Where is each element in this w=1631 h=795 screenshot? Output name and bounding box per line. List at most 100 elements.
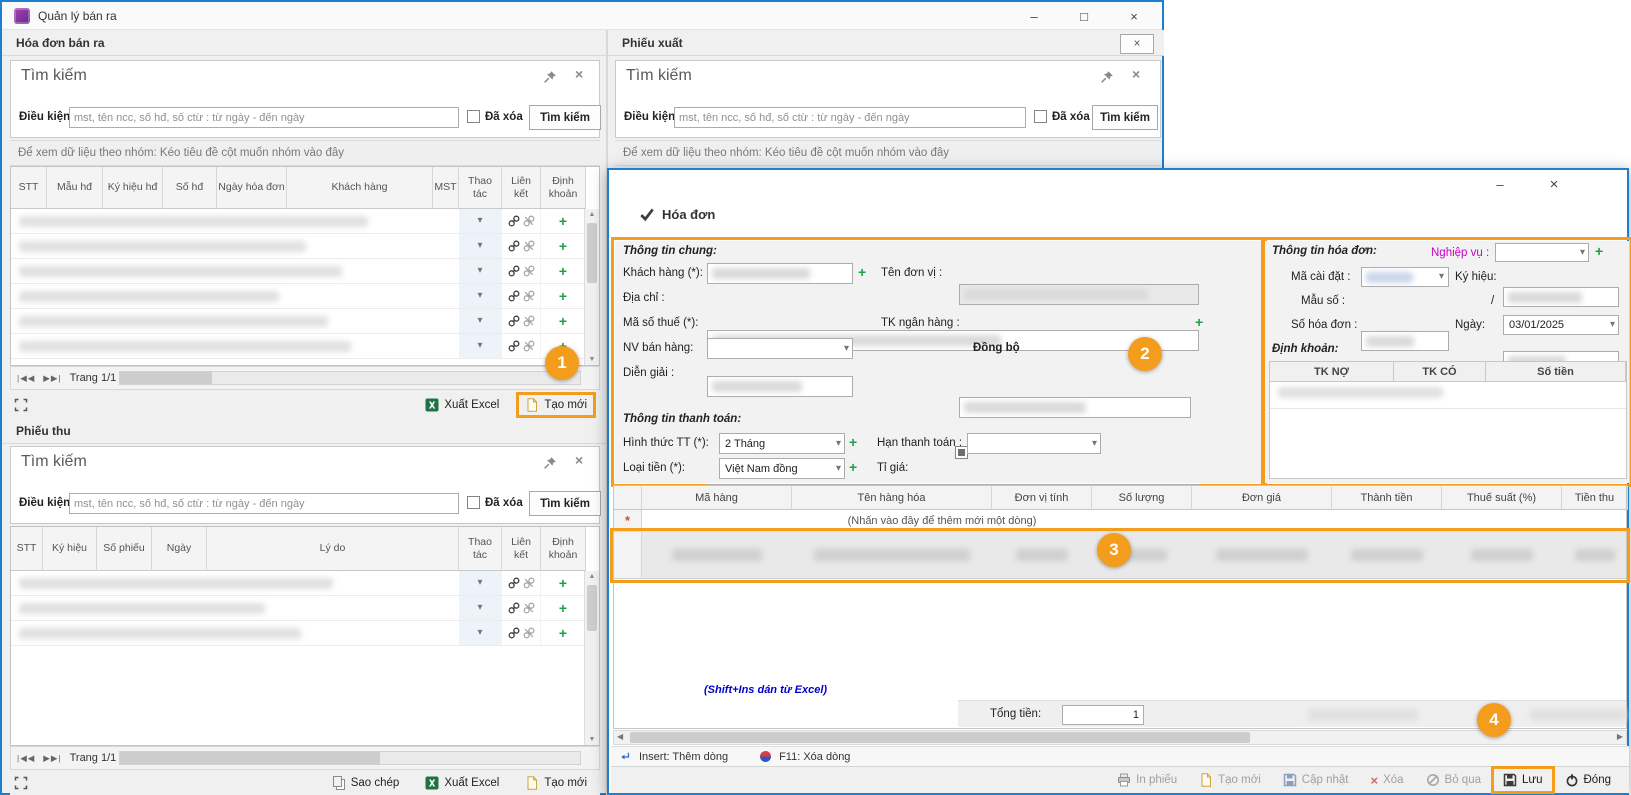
vertical-scrollbar[interactable]: ▲ ▼ xyxy=(584,209,599,365)
column-header[interactable]: Ký hiệu xyxy=(43,527,97,571)
deleted-checkbox[interactable] xyxy=(1034,110,1047,123)
row-dropdown-icon[interactable]: ▾ xyxy=(477,341,482,351)
search-close-icon[interactable]: × xyxy=(575,453,583,467)
column-header[interactable]: Định khoản xyxy=(541,167,586,209)
unlink-icon[interactable] xyxy=(523,290,535,302)
column-header[interactable]: Lý do xyxy=(207,527,459,571)
add-entry-icon[interactable]: + xyxy=(559,264,567,278)
add-entry-icon[interactable]: + xyxy=(559,289,567,303)
add-currency-icon[interactable]: + xyxy=(849,460,857,474)
unlink-icon[interactable] xyxy=(523,265,535,277)
setting-code-combo[interactable]: ▾ xyxy=(1361,267,1449,287)
print-button[interactable]: In phiếu xyxy=(1109,770,1185,790)
row-dropdown-icon[interactable]: ▾ xyxy=(477,578,482,588)
scroll-left-icon[interactable]: ◀ xyxy=(617,732,623,741)
form-no-input[interactable] xyxy=(1361,331,1449,351)
column-header[interactable]: Số hđ xyxy=(163,167,217,209)
fullscreen-icon[interactable] xyxy=(14,398,28,412)
link-icon[interactable] xyxy=(508,315,520,327)
add-business-icon[interactable]: + xyxy=(1595,244,1603,258)
receipt-row[interactable]: ▾ + xyxy=(11,571,586,596)
invoice-row[interactable]: ▾ + xyxy=(11,334,586,359)
business-select[interactable]: ▾ xyxy=(1495,243,1589,262)
column-header[interactable]: STT xyxy=(11,527,43,571)
copy-button[interactable]: Sao chép xyxy=(327,774,405,792)
column-header[interactable]: Tên hàng hóa xyxy=(792,486,992,510)
pager-last-button[interactable]: ▶▶| xyxy=(43,373,61,384)
scrollbar-thumb[interactable] xyxy=(120,752,380,764)
column-header[interactable]: Số phiếu xyxy=(97,527,152,571)
export-panel-close-button[interactable]: × xyxy=(1120,34,1154,54)
export-excel-button[interactable]: Xuất Excel xyxy=(420,774,504,792)
row-dropdown-icon[interactable]: ▾ xyxy=(477,291,482,301)
pager-last-button[interactable]: ▶▶| xyxy=(43,753,61,764)
column-header[interactable]: Đơn giá xyxy=(1192,486,1332,510)
row-dropdown-icon[interactable]: ▾ xyxy=(477,316,482,326)
invoice-row[interactable]: ▾ + xyxy=(11,209,586,234)
scrollbar-thumb[interactable] xyxy=(630,732,1250,743)
add-entry-icon[interactable]: + xyxy=(559,601,567,615)
row-dropdown-icon[interactable]: ▾ xyxy=(477,266,482,276)
save-button[interactable]: Lưu xyxy=(1491,766,1555,794)
row-dropdown-icon[interactable]: ▾ xyxy=(477,603,482,613)
horizontal-scrollbar[interactable] xyxy=(119,751,581,765)
column-header[interactable]: Liên kết xyxy=(502,527,541,571)
deleted-checkbox[interactable] xyxy=(467,110,480,123)
column-header[interactable]: MST xyxy=(433,167,459,209)
link-icon[interactable] xyxy=(508,627,520,639)
condition-input[interactable] xyxy=(674,107,1026,128)
column-header[interactable]: Thành tiền xyxy=(1332,486,1442,510)
unlink-icon[interactable] xyxy=(523,315,535,327)
condition-input[interactable] xyxy=(69,107,459,128)
row-dropdown-icon[interactable]: ▾ xyxy=(477,628,482,638)
link-icon[interactable] xyxy=(508,290,520,302)
column-header[interactable]: Khách hàng xyxy=(287,167,433,209)
salesperson-select[interactable]: ▾ xyxy=(707,338,853,359)
scroll-up-icon[interactable]: ▲ xyxy=(585,573,599,580)
column-header[interactable]: Mẫu hđ xyxy=(47,167,103,209)
add-entry-icon[interactable]: + xyxy=(559,626,567,640)
link-icon[interactable] xyxy=(508,340,520,352)
column-header[interactable]: Số lượng xyxy=(1092,486,1192,510)
dialog-close-button[interactable]: × xyxy=(1534,173,1574,195)
search-close-icon[interactable]: × xyxy=(1132,67,1140,81)
dialog-minimize-button[interactable]: – xyxy=(1480,173,1520,195)
search-button[interactable]: Tìm kiếm xyxy=(1092,105,1158,130)
row-dropdown-icon[interactable]: ▾ xyxy=(477,216,482,226)
condition-input[interactable] xyxy=(69,493,459,514)
search-button[interactable]: Tìm kiếm xyxy=(529,491,601,516)
add-bank-account-icon[interactable]: + xyxy=(1195,315,1203,329)
unlink-icon[interactable] xyxy=(523,577,535,589)
link-icon[interactable] xyxy=(508,215,520,227)
add-entry-icon[interactable]: + xyxy=(559,314,567,328)
add-entry-icon[interactable]: + xyxy=(559,239,567,253)
fullscreen-icon[interactable] xyxy=(14,776,28,790)
add-customer-icon[interactable]: + xyxy=(858,265,866,279)
scrollbar-thumb[interactable] xyxy=(120,372,212,384)
export-excel-button[interactable]: Xuất Excel xyxy=(420,396,504,414)
currency-select[interactable]: Việt Nam đồng ▾ xyxy=(719,458,845,479)
receipt-row[interactable]: ▾ + xyxy=(11,621,586,646)
column-header[interactable]: Số tiền xyxy=(1486,362,1626,382)
scroll-right-icon[interactable]: ▶ xyxy=(1617,732,1623,741)
unlink-icon[interactable] xyxy=(523,240,535,252)
pin-icon[interactable] xyxy=(543,456,557,470)
link-icon[interactable] xyxy=(508,265,520,277)
bank-account-input[interactable] xyxy=(959,397,1191,418)
unit-name-input[interactable] xyxy=(959,284,1199,305)
column-header[interactable]: Thao tác xyxy=(459,527,502,571)
column-header[interactable]: Ký hiệu hđ xyxy=(103,167,163,209)
invoice-row[interactable]: ▾ + xyxy=(11,309,586,334)
unlink-icon[interactable] xyxy=(523,602,535,614)
pager-first-button[interactable]: |◀◀ xyxy=(17,373,35,384)
create-new-button[interactable]: Tạo mới xyxy=(516,392,596,418)
unlink-icon[interactable] xyxy=(523,340,535,352)
pin-icon[interactable] xyxy=(1100,70,1114,84)
deleted-checkbox[interactable] xyxy=(467,496,480,509)
search-button[interactable]: Tìm kiếm xyxy=(529,105,601,130)
items-horizontal-scrollbar[interactable]: ◀ ▶ xyxy=(613,730,1627,745)
skip-button[interactable]: Bỏ qua xyxy=(1418,770,1489,790)
column-header[interactable]: STT xyxy=(11,167,47,209)
symbol-input[interactable] xyxy=(1503,287,1619,307)
minimize-button[interactable]: – xyxy=(1014,5,1054,27)
